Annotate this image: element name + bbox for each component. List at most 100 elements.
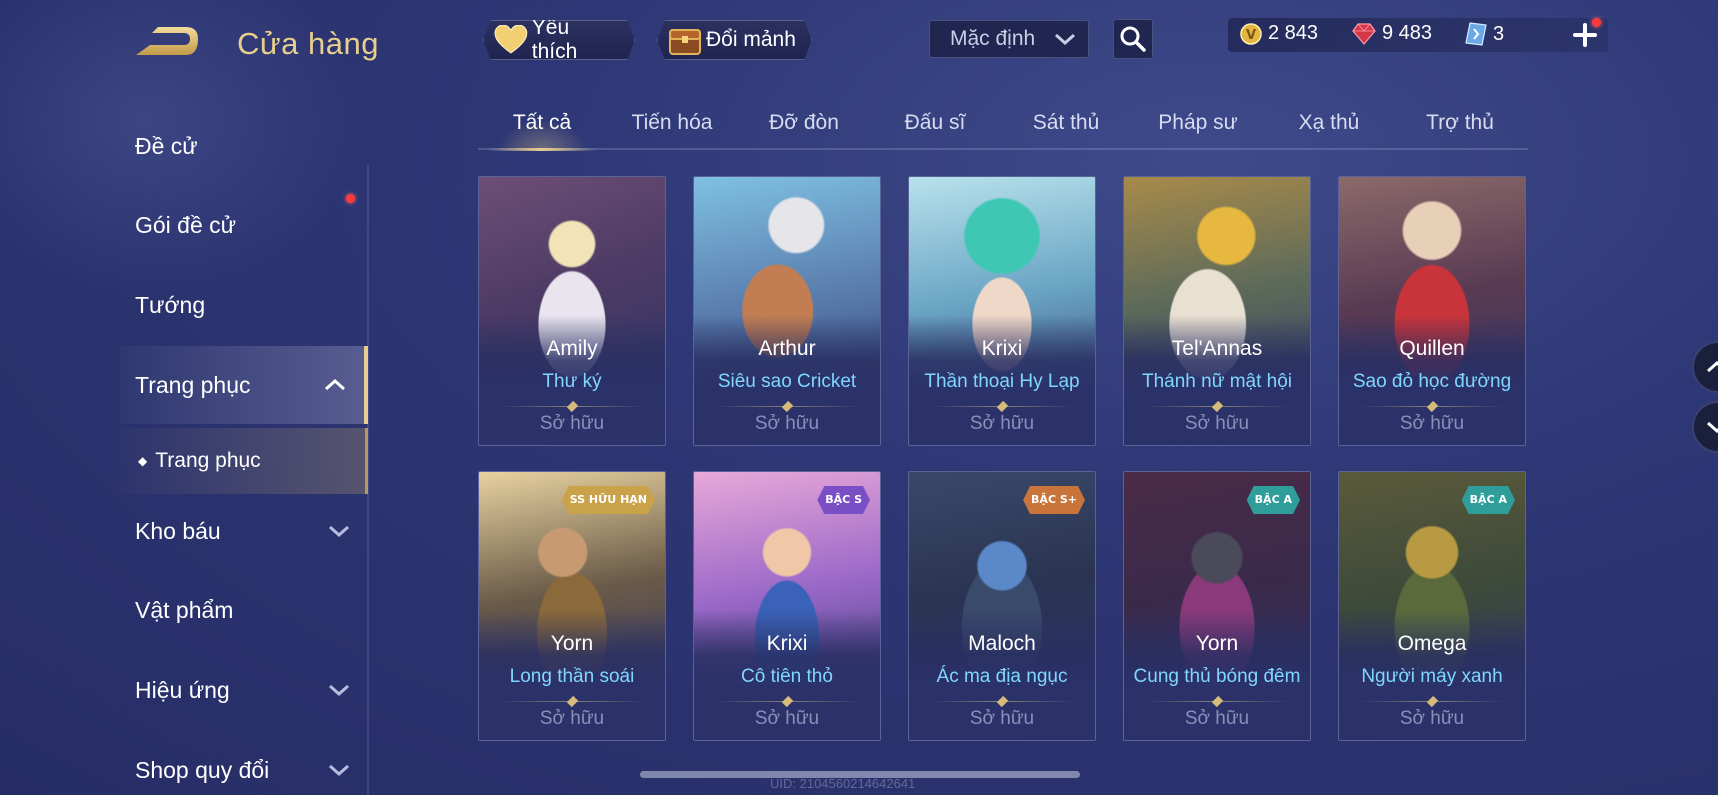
skin-card[interactable]: BẬC A Yorn Cung thủ bóng đêm Sở hữu [1123, 471, 1311, 741]
skin-card[interactable]: Arthur Siêu sao Cricket Sở hữu [693, 176, 881, 446]
sidebar-item-label: Gói đề cử [135, 211, 237, 238]
search-button[interactable] [1113, 19, 1153, 59]
sidebar-item-trang-phuc[interactable]: Trang phục [120, 346, 368, 424]
owned-status: Sở hữu [969, 708, 1035, 729]
skin-card[interactable]: Quillen Sao đỏ học đường Sở hữu [1338, 176, 1526, 446]
owned-status: Sở hữu [1399, 708, 1465, 729]
chevron-down-icon [329, 525, 349, 538]
sidebar-item-tuong[interactable]: Tướng [120, 266, 368, 344]
hero-name: Krixi [766, 632, 808, 655]
favorite-label: Yêu thích [531, 16, 578, 63]
owned-status: Sở hữu [1184, 413, 1250, 434]
hero-name: Krixi [981, 337, 1023, 360]
chevron-up-icon [1707, 360, 1718, 373]
tab-do-don[interactable]: Đỡ đòn [739, 108, 869, 150]
owned-status: Sở hữu [754, 413, 820, 434]
skin-name: Cô tiên thỏ [741, 666, 833, 687]
owned-status: Sở hữu [539, 413, 605, 434]
owned-status: Sở hữu [754, 708, 820, 729]
user-id: UID: 2104560214642641 [770, 776, 916, 791]
skin-name: Sao đỏ học đường [1352, 371, 1512, 392]
sidebar-item-goi-de-cu[interactable]: Gói đề cử [120, 186, 368, 264]
hero-name: Yorn [1195, 632, 1239, 655]
sidebar-item-label: Kho báu [135, 517, 221, 544]
skin-card[interactable]: Krixi Thần thoại Hy Lạp Sở hữu [908, 176, 1096, 446]
tab-label: Xạ thủ [1298, 111, 1360, 134]
skin-card[interactable]: BẬC S+ Maloch Ác ma địa ngục Sở hữu [908, 471, 1096, 741]
tier-badge: SS HỮU HẠN [562, 486, 655, 514]
hero-name: Yorn [550, 632, 594, 655]
favorite-button[interactable]: Yêu thích [483, 20, 635, 60]
tab-xa-thu[interactable]: Xạ thủ [1264, 108, 1394, 150]
sidebar-item-hieu-ung[interactable]: Hiệu ứng [120, 651, 368, 729]
tier-badge: BẬC A [1462, 486, 1515, 514]
svg-text:V: V [1246, 28, 1256, 43]
ruby-amount: 9 483 [1382, 22, 1433, 44]
tier-badge: BẬC A [1247, 486, 1300, 514]
tab-tat-ca[interactable]: Tất cả [477, 108, 607, 151]
tab-label: Tiến hóa [631, 111, 713, 134]
chevron-down-icon [329, 764, 349, 777]
sidebar-item-label: Tướng [135, 291, 206, 318]
heart-icon [494, 25, 528, 55]
swap-shards-label: Đổi mảnh [706, 28, 796, 51]
voucher-currency: 3 [1465, 22, 1504, 46]
skin-card[interactable]: Tel'Annas Thánh nữ mật hội Sở hữu [1123, 176, 1311, 446]
sidebar-subitem-trang-phuc[interactable]: ◆ Trang phục [120, 428, 368, 494]
skin-name: Ác ma địa ngục [936, 666, 1068, 687]
owned-status: Sở hữu [1399, 413, 1465, 434]
ruby-gem-icon [1352, 22, 1376, 45]
swap-shards-button[interactable]: Đổi mảnh [657, 20, 812, 60]
scroll-down-button[interactable] [1692, 401, 1718, 453]
tier-badge: BẬC S+ [1023, 486, 1085, 514]
owned-status: Sở hữu [1184, 708, 1250, 729]
sidebar-item-de-cu[interactable]: Đề cử [120, 107, 368, 185]
sidebar-item-label: Shop quy đổi [135, 756, 270, 783]
sidebar-item-vat-pham[interactable]: Vật phẩm [120, 571, 368, 649]
owned-status: Sở hữu [539, 708, 605, 729]
sidebar-item-shop-quy-doi[interactable]: Shop quy đổi [120, 731, 368, 795]
skin-name: Thánh nữ mật hội [1141, 371, 1293, 392]
hero-name: Amily [546, 337, 598, 360]
owned-status: Sở hữu [969, 413, 1035, 434]
skin-name: Cung thủ bóng đêm [1133, 666, 1301, 687]
tab-tro-thu[interactable]: Trợ thủ [1395, 108, 1525, 150]
tab-sat-thu[interactable]: Sát thủ [1001, 108, 1131, 150]
skin-card[interactable]: BẬC S Krixi Cô tiên thỏ Sở hữu [693, 471, 881, 741]
tab-tien-hoa[interactable]: Tiến hóa [607, 108, 737, 150]
tier-badge: BẬC S [817, 486, 870, 514]
sort-value: Mặc định [950, 27, 1036, 50]
sort-dropdown[interactable]: Mặc định [929, 20, 1089, 58]
tab-label: Sát thủ [1032, 111, 1100, 134]
hero-name: Maloch [968, 632, 1036, 655]
gold-amount: 2 843 [1268, 22, 1319, 44]
home-indicator[interactable] [640, 771, 1080, 778]
sidebar-item-label: Hiệu ứng [135, 676, 230, 703]
skin-card[interactable]: SS HỮU HẠN Yorn Long thần soái Sở hữu [478, 471, 666, 741]
treasure-chest-icon [668, 24, 702, 56]
hero-name: Omega [1397, 632, 1467, 655]
chevron-up-icon [325, 378, 345, 391]
chevron-down-icon [1055, 33, 1075, 46]
skin-card[interactable]: BẬC A Omega Người máy xanh Sở hữu [1338, 471, 1526, 741]
back-button[interactable] [130, 22, 206, 62]
tab-label: Đỡ đòn [769, 111, 839, 134]
page-title: Cửa hàng [237, 26, 379, 61]
chevron-down-icon [1707, 421, 1718, 434]
back-arrow-icon [136, 27, 198, 55]
skin-card[interactable]: Amily Thư ký Sở hữu [478, 176, 666, 446]
sidebar-subitem-label: Trang phục [155, 449, 261, 472]
sidebar-item-label: Đề cử [135, 132, 198, 159]
tab-label: Tất cả [512, 111, 572, 134]
hero-name: Tel'Annas [1171, 337, 1263, 360]
sidebar-item-kho-bau[interactable]: Kho báu [120, 492, 368, 570]
tab-phap-su[interactable]: Pháp sư [1133, 108, 1263, 150]
skin-name: Thần thoại Hy Lạp [924, 371, 1080, 392]
voucher-amount: 3 [1493, 22, 1505, 45]
sidebar-item-label: Vật phẩm [135, 596, 234, 623]
skin-name: Thư ký [542, 371, 602, 392]
notification-dot [346, 194, 355, 203]
bullet-icon: ◆ [138, 454, 148, 468]
scroll-up-button[interactable] [1692, 341, 1718, 393]
tab-dau-si[interactable]: Đấu sĩ [870, 108, 1000, 150]
